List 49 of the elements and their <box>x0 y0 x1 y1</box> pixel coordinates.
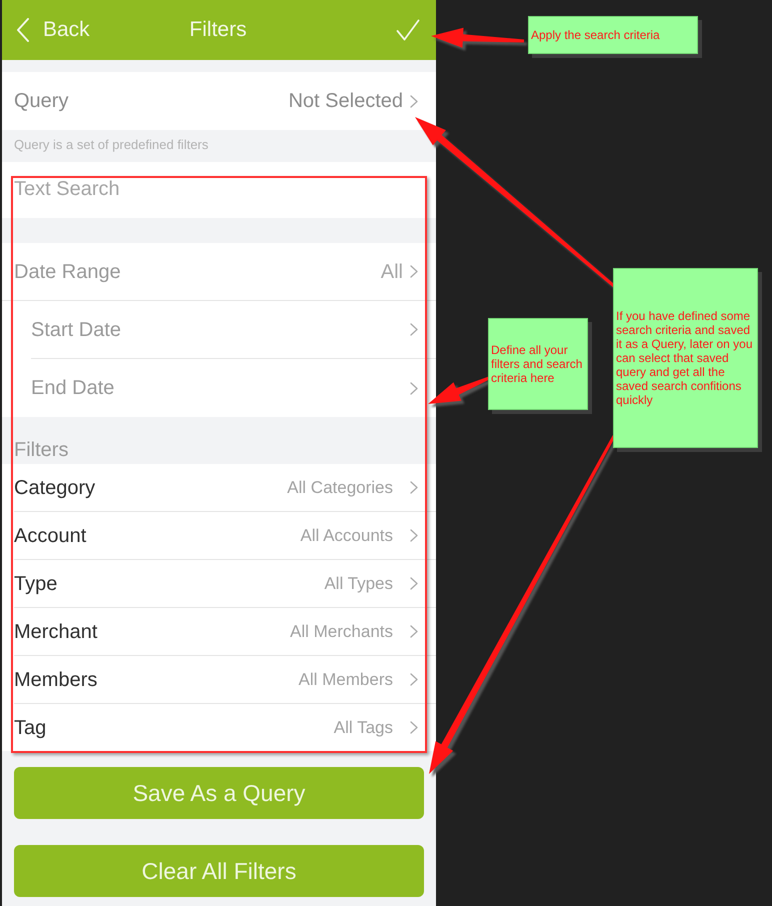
row-value: All Tags <box>334 716 393 739</box>
row-value: All Merchants <box>290 620 393 643</box>
row-label: Start Date <box>31 318 122 342</box>
row-label: Tag <box>14 716 48 740</box>
screen-title: Filters <box>189 17 247 44</box>
row-value: All Accounts <box>300 524 393 547</box>
list-row[interactable]: Query Not Selected <box>2 72 436 130</box>
section-heading: Filters <box>14 438 68 462</box>
chevron-right-icon <box>410 382 418 394</box>
chevron-right-icon <box>410 323 418 336</box>
row-label: End Date <box>31 376 116 401</box>
row-value: All <box>380 260 403 284</box>
list-row[interactable]: Date Range All <box>2 243 436 300</box>
chevron-right-icon <box>410 625 418 638</box>
action-button[interactable]: Save As a Query <box>14 767 424 819</box>
list-row[interactable]: End Date <box>2 359 436 417</box>
callout-arrow <box>428 376 490 404</box>
list-row[interactable]: Account All Accounts <box>2 512 436 559</box>
chevron-left-icon <box>16 18 30 42</box>
back-button[interactable]: Back <box>16 14 90 46</box>
row-label: Type <box>14 572 58 596</box>
hint-text: Query is a set of predefined filters <box>14 137 208 152</box>
action-button[interactable]: Clear All Filters <box>14 845 424 897</box>
row-value: All Types <box>324 572 393 595</box>
chevron-right-icon <box>410 721 418 734</box>
list-row[interactable]: Members All Members <box>2 656 436 703</box>
apply-button[interactable] <box>396 19 420 41</box>
chevron-right-icon <box>410 481 418 494</box>
chevron-right-icon <box>410 94 418 108</box>
row-value: All Members <box>298 668 393 691</box>
list-row[interactable]: Start Date <box>2 301 436 358</box>
list-row[interactable]: Type All Types <box>2 560 436 607</box>
chevron-right-icon <box>410 673 418 686</box>
row-label: Date Range <box>14 260 122 284</box>
row-value: Not Selected <box>288 89 403 114</box>
row-label: Account <box>14 524 88 548</box>
list-row[interactable]: Category All Categories <box>2 464 436 511</box>
list-row[interactable]: Tag All Tags <box>2 704 436 751</box>
row-label: Merchant <box>14 620 98 644</box>
chevron-right-icon <box>410 577 418 590</box>
list-row[interactable]: Merchant All Merchants <box>2 608 436 655</box>
checkmark-icon <box>396 19 420 41</box>
text-search-field[interactable]: Text Search <box>2 162 436 218</box>
chevron-right-icon <box>410 529 418 542</box>
row-label: Category <box>14 476 96 500</box>
chevron-right-icon <box>410 265 418 278</box>
row-label: Members <box>14 668 98 692</box>
row-label: Query <box>14 89 70 114</box>
row-value: All Categories <box>287 476 393 499</box>
